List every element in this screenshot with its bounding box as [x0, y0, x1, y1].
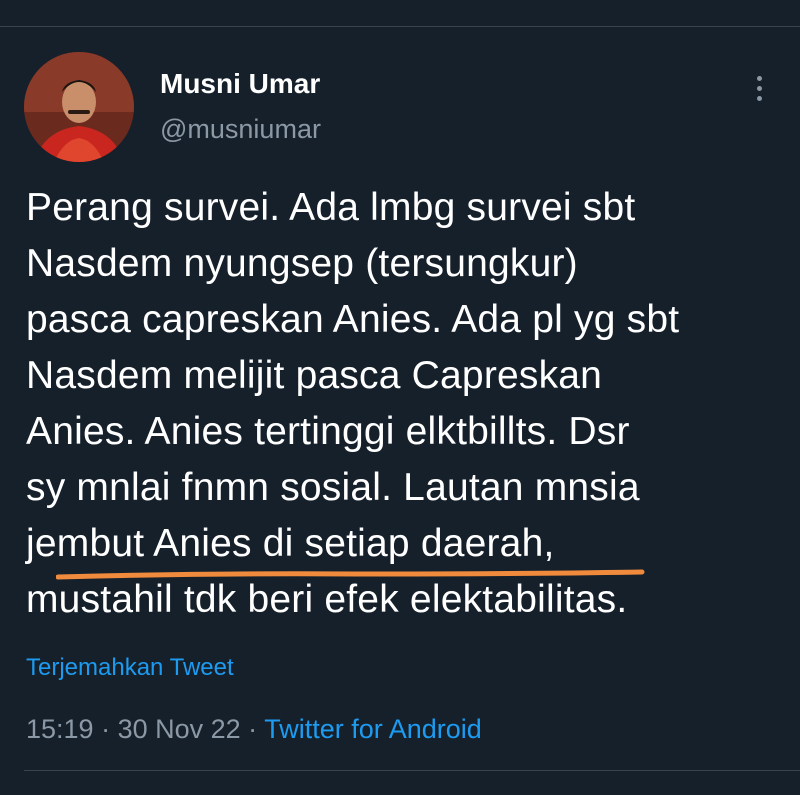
author-handle[interactable]: @musniumar — [160, 114, 321, 145]
tweet-time[interactable]: 15:19 — [26, 714, 94, 744]
more-vertical-icon-dot-2 — [756, 85, 762, 91]
more-options-button[interactable] — [744, 68, 774, 108]
translate-tweet-link[interactable]: Terjemahkan Tweet — [26, 654, 234, 682]
tweet-text-line: pasca capreskan Anies. Ada pl yg sbt — [26, 298, 680, 341]
tweet-date[interactable]: 30 Nov 22 — [118, 714, 241, 744]
tweet-source-link[interactable]: Twitter for Android — [264, 714, 482, 744]
tweet-text-line: jembut Anies di setiap daerah, — [26, 522, 555, 565]
more-vertical-icon-dot-3 — [756, 95, 762, 101]
author-display-name[interactable]: Musni Umar — [160, 68, 320, 100]
tweet-text-line: Anies. Anies tertinggi elktbillts. Dsr — [26, 410, 630, 453]
tweet-text: Perang survei. Ada lmbg survei sbt Nasde… — [26, 180, 796, 628]
tweet-text-line: Nasdem nyungsep (tersungkur) — [26, 242, 578, 285]
highlight-underline — [56, 569, 645, 580]
tweet-text-line: Perang survei. Ada lmbg survei sbt — [26, 186, 636, 229]
top-divider — [0, 26, 800, 27]
tweet-text-line: Nasdem melijit pasca Capreskan — [26, 354, 603, 397]
more-vertical-icon — [756, 75, 762, 81]
meta-separator: · — [93, 714, 118, 744]
bottom-divider — [24, 770, 800, 771]
avatar-image — [24, 52, 134, 162]
meta-separator: · — [240, 714, 265, 744]
tweet-text-line: sy mnlai fnmn sosial. Lautan mnsia — [26, 466, 640, 509]
avatar[interactable] — [24, 52, 134, 162]
tweet-meta: 15:19 · 30 Nov 22 · Twitter for Android — [26, 714, 482, 745]
